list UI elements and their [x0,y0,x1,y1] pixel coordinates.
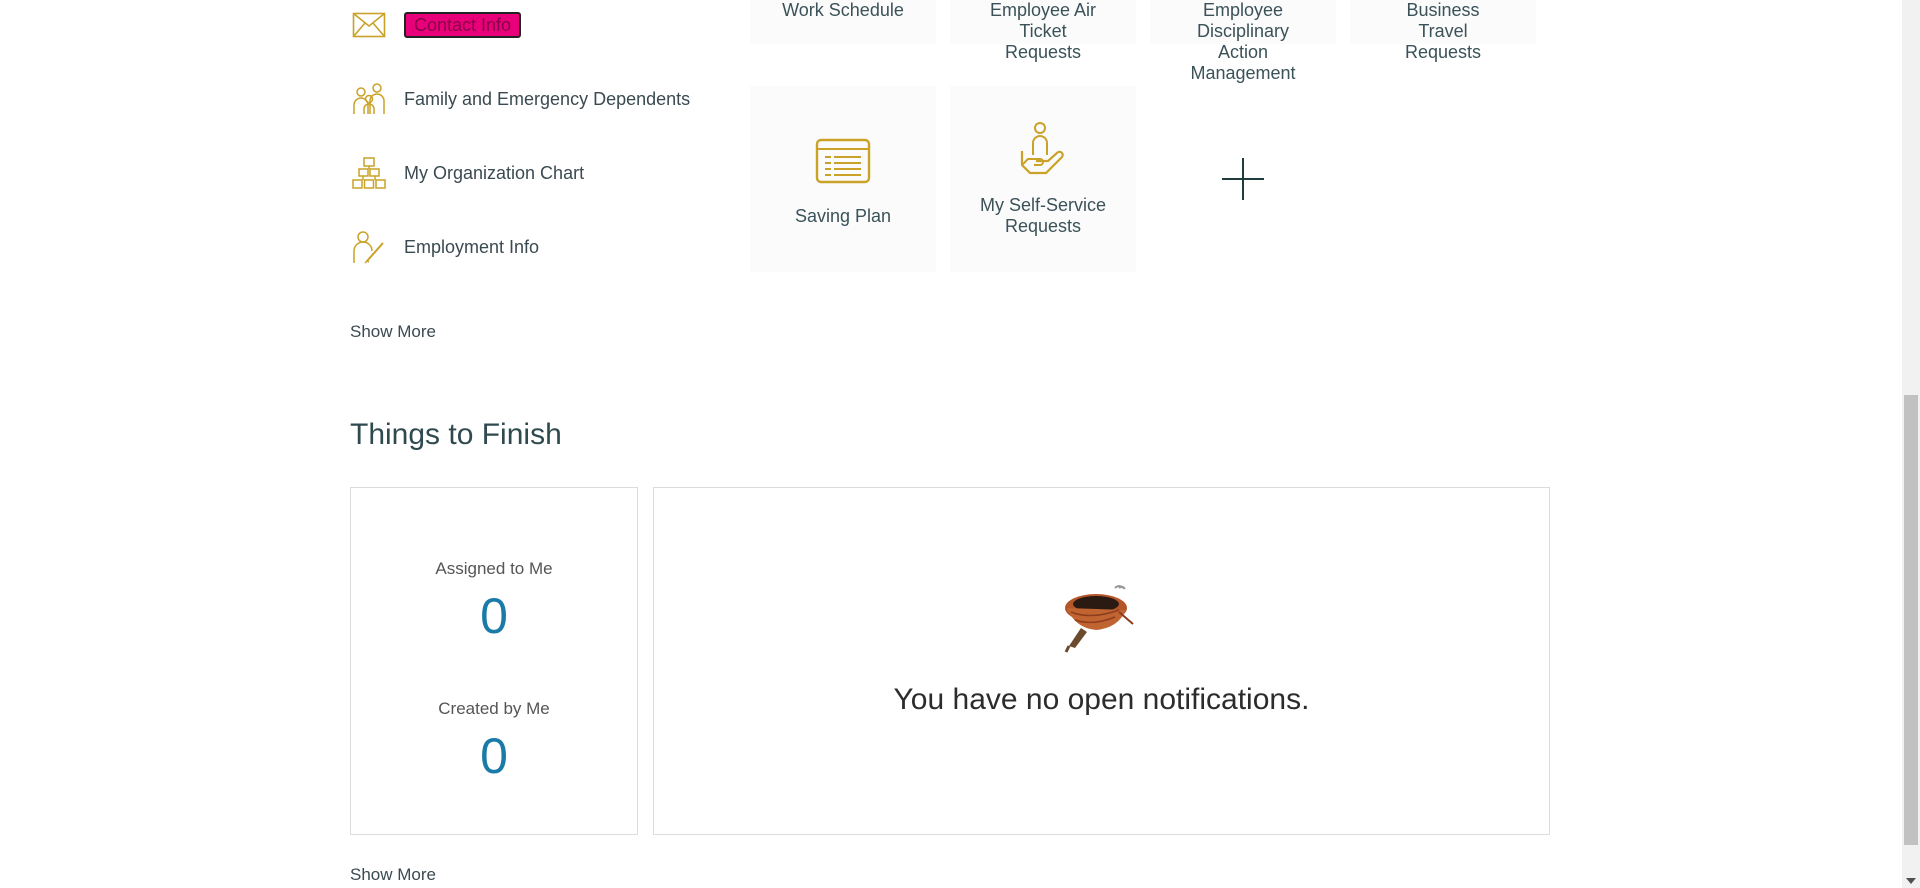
quick-action-org-chart[interactable]: My Organization Chart [350,136,730,210]
quick-action-label: My Organization Chart [404,162,585,183]
scrollbar-thumb[interactable] [1904,395,1918,845]
things-to-finish-title: Things to Finish [350,418,562,451]
document-list-icon [815,138,871,183]
task-summary-card: Assigned to Me 0 Created by Me 0 [350,487,638,835]
quick-action-employment-info[interactable]: Employment Info [350,210,730,284]
assigned-to-me-count: 0 [480,588,508,644]
tile-label: Employee Air Ticket Requests [989,0,1097,62]
page-scrollbar[interactable] [1902,0,1920,888]
quick-action-label: Family and Emergency Dependents [404,88,691,109]
quick-action-contact-info[interactable]: Contact Info [350,0,730,62]
page: Contact Info Family and Emergency Depend… [0,0,1920,888]
employee-edit-icon [350,228,388,266]
tile-label: Business Travel Requests [1404,0,1482,62]
tile-saving-plan[interactable]: Saving Plan [750,86,936,272]
tile-label: Work Schedule [782,0,904,20]
no-notifications-message: You have no open notifications. [893,683,1310,716]
family-icon [350,80,388,118]
person-in-hand-icon [1020,122,1064,175]
tile-employee-air-ticket-requests[interactable]: Employee Air Ticket Requests [950,0,1136,62]
empty-nest-icon [1064,585,1134,653]
assigned-to-me-label: Assigned to Me [435,559,553,578]
tile-work-schedule[interactable]: Work Schedule [750,0,936,44]
created-by-me-count: 0 [480,728,508,784]
quick-actions-list: Contact Info Family and Emergency Depend… [350,0,730,284]
created-by-me-label: Created by Me [438,699,550,718]
tile-label: Employee Disciplinary Action Management [1190,0,1296,83]
tile-label: Saving Plan [794,205,892,226]
quick-action-label: Contact Info [404,12,522,38]
plus-icon [1222,158,1264,200]
tile-employee-disciplinary-action[interactable]: Employee Disciplinary Action Management [1150,0,1336,83]
envelope-icon [350,6,388,44]
created-by-me[interactable]: Created by Me 0 [351,699,637,785]
notifications-card: You have no open notifications. [653,487,1550,835]
quick-action-family-dependents[interactable]: Family and Emergency Dependents [350,62,730,136]
assigned-to-me[interactable]: Assigned to Me 0 [351,559,637,645]
tile-label: My Self-Service Requests [979,195,1107,236]
tile-business-travel-requests[interactable]: Business Travel Requests [1350,0,1536,62]
quick-actions-show-more-link[interactable]: Show More [350,322,436,342]
things-to-finish-show-more-link[interactable]: Show More [350,865,436,885]
quick-action-label: Employment Info [404,236,540,257]
org-chart-icon [350,154,388,192]
tile-my-self-service-requests[interactable]: My Self-Service Requests [950,86,1136,272]
add-tile-button[interactable] [1150,86,1336,272]
scroll-down-arrow-icon[interactable] [1906,878,1916,884]
